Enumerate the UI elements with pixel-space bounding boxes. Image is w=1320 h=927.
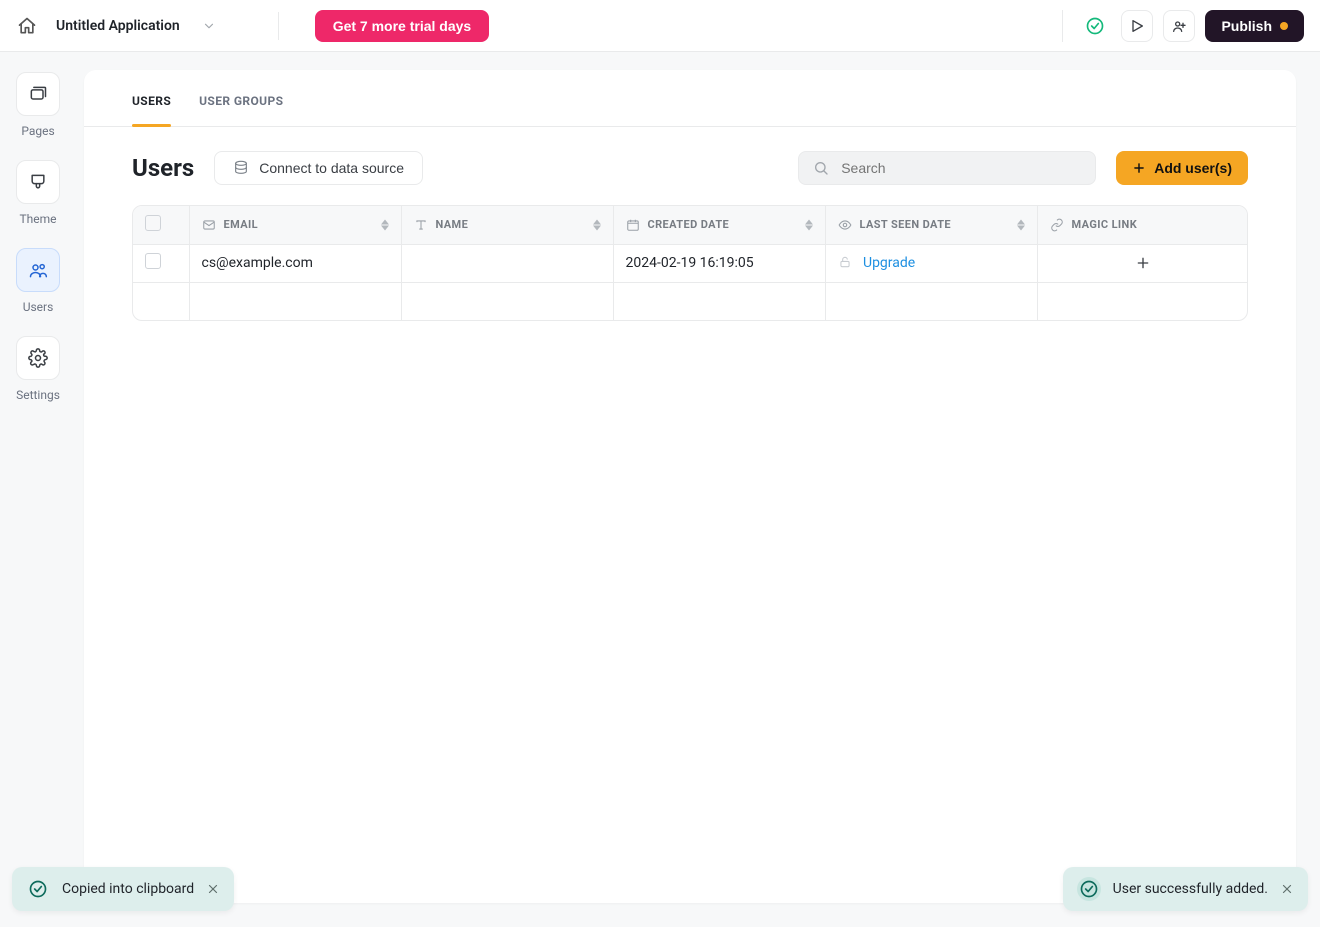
- table-row[interactable]: cs@example.com 2024-02-19 16:19:05 Upgra…: [133, 244, 1248, 282]
- sort-icon[interactable]: [805, 219, 813, 230]
- check-circle-icon: [26, 877, 50, 901]
- shell: Pages Theme Users Se: [0, 52, 1320, 927]
- lock-icon: [838, 255, 852, 269]
- close-icon[interactable]: [1280, 882, 1294, 896]
- paint-brush-icon: [28, 172, 48, 192]
- search-input[interactable]: [839, 159, 1081, 177]
- sort-icon[interactable]: [593, 219, 601, 230]
- column-magic-link[interactable]: MAGIC LINK: [1037, 206, 1248, 244]
- plus-icon: [1132, 161, 1146, 175]
- sort-icon[interactable]: [381, 219, 389, 230]
- cell-email: cs@example.com: [189, 244, 401, 282]
- sort-icon[interactable]: [1017, 219, 1025, 230]
- toast-clipboard: Copied into clipboard: [12, 867, 234, 911]
- column-magic-label: MAGIC LINK: [1072, 218, 1138, 231]
- content-panel: USERS USER GROUPS Users Connect to data …: [84, 70, 1296, 903]
- upgrade-link[interactable]: Upgrade: [863, 255, 915, 271]
- sidebar-label-settings: Settings: [16, 388, 60, 402]
- users-icon: [28, 260, 48, 280]
- text-icon: [414, 218, 428, 232]
- preview-button[interactable]: [1121, 10, 1153, 42]
- sidebar-label-users: Users: [23, 300, 54, 314]
- home-icon[interactable]: [16, 15, 38, 37]
- top-right-divider: [1062, 10, 1063, 42]
- gear-icon: [28, 348, 48, 368]
- column-last-seen[interactable]: LAST SEEN DATE: [825, 206, 1037, 244]
- sidebar-item-users[interactable]: Users: [16, 248, 60, 314]
- database-icon: [233, 160, 249, 176]
- add-users-button[interactable]: Add user(s): [1116, 151, 1248, 185]
- toast-user-added-text: User successfully added.: [1113, 881, 1268, 897]
- table-header-row: EMAIL NAME: [133, 206, 1248, 244]
- search-icon: [813, 160, 829, 176]
- stacked-pages-icon: [28, 84, 48, 104]
- calendar-icon: [626, 218, 640, 232]
- column-email[interactable]: EMAIL: [189, 206, 401, 244]
- top-divider: [278, 12, 279, 40]
- publish-pending-dot-icon: [1280, 22, 1288, 30]
- column-last-seen-label: LAST SEEN DATE: [860, 218, 952, 231]
- sidebar-label-pages: Pages: [21, 124, 54, 138]
- link-icon: [1050, 218, 1064, 232]
- eye-icon: [838, 218, 852, 232]
- mail-icon: [202, 218, 216, 232]
- page-title: Users: [132, 154, 194, 182]
- publish-button[interactable]: Publish: [1205, 10, 1304, 42]
- trial-days-button[interactable]: Get 7 more trial days: [315, 10, 490, 42]
- column-created-label: CREATED DATE: [648, 218, 730, 231]
- cell-magic-link[interactable]: [1037, 244, 1248, 282]
- users-table: EMAIL NAME: [132, 205, 1248, 321]
- add-users-label: Add user(s): [1154, 160, 1232, 176]
- checkbox-icon[interactable]: [145, 253, 161, 269]
- topbar-right: Publish: [1056, 10, 1304, 42]
- column-created-date[interactable]: CREATED DATE: [613, 206, 825, 244]
- page-header: Users Connect to data source Add user(s): [84, 127, 1296, 205]
- collaborators-button[interactable]: [1163, 10, 1195, 42]
- table-empty-row: [133, 282, 1248, 320]
- check-circle-icon: [1077, 877, 1101, 901]
- column-name[interactable]: NAME: [401, 206, 613, 244]
- cell-created: 2024-02-19 16:19:05: [613, 244, 825, 282]
- sidebar: Pages Theme Users Se: [0, 52, 76, 927]
- topbar: Untitled Application Get 7 more trial da…: [0, 0, 1320, 52]
- search-input-wrap[interactable]: [798, 151, 1096, 185]
- cell-name: [401, 244, 613, 282]
- tab-users[interactable]: USERS: [132, 94, 171, 126]
- checkbox-icon[interactable]: [145, 215, 161, 231]
- app-title-chevron-icon[interactable]: [202, 19, 216, 33]
- app-title: Untitled Application: [56, 18, 180, 34]
- column-name-label: NAME: [436, 218, 469, 231]
- toast-clipboard-text: Copied into clipboard: [62, 881, 194, 897]
- tabs: USERS USER GROUPS: [84, 70, 1296, 127]
- close-icon[interactable]: [206, 882, 220, 896]
- status-check-icon[interactable]: [1079, 10, 1111, 42]
- sidebar-item-theme[interactable]: Theme: [16, 160, 60, 226]
- sidebar-item-pages[interactable]: Pages: [16, 72, 60, 138]
- column-email-label: EMAIL: [224, 218, 258, 231]
- plus-icon[interactable]: [1135, 255, 1151, 271]
- cell-last-seen: Upgrade: [825, 244, 1037, 282]
- tab-user-groups[interactable]: USER GROUPS: [199, 94, 283, 126]
- toast-user-added: User successfully added.: [1063, 867, 1308, 911]
- column-select-all[interactable]: [133, 206, 189, 244]
- connect-data-source-label: Connect to data source: [259, 160, 404, 176]
- sidebar-label-theme: Theme: [19, 212, 56, 226]
- row-select-cell[interactable]: [133, 244, 189, 282]
- sidebar-item-settings[interactable]: Settings: [16, 336, 60, 402]
- connect-data-source-button[interactable]: Connect to data source: [214, 151, 423, 185]
- publish-label: Publish: [1221, 18, 1272, 34]
